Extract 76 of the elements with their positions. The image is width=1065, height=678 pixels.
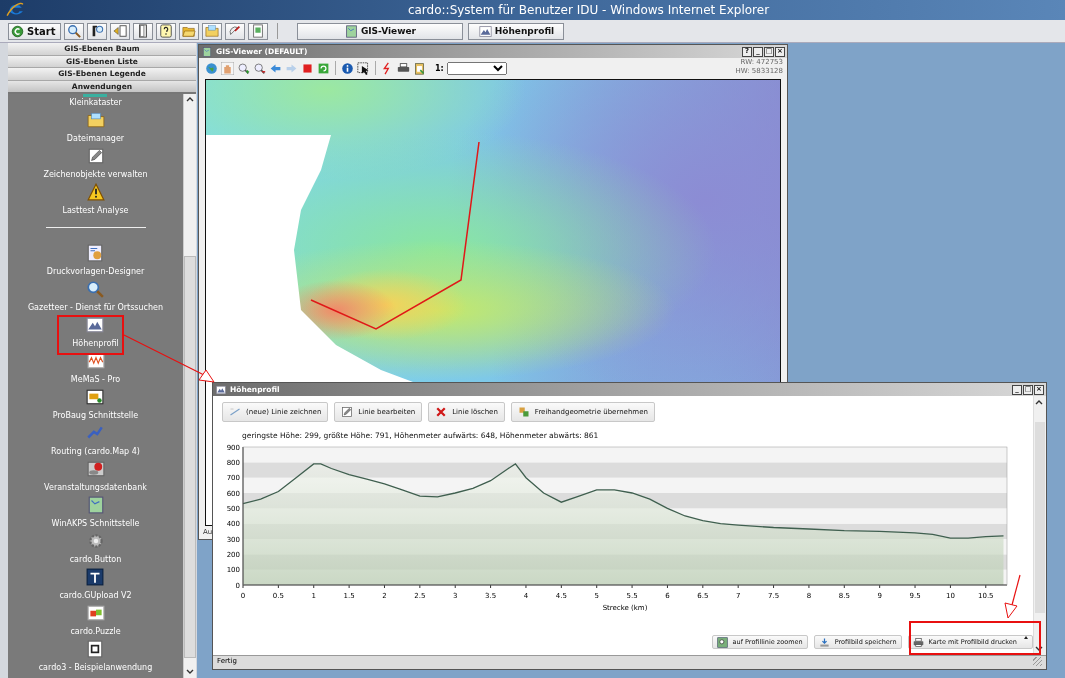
app-launcher[interactable]: ProBaug Schnittstelle [52, 411, 139, 421]
info-magnifier-icon [90, 24, 105, 38]
download-icon [818, 636, 830, 648]
browser-logo-icon [6, 1, 24, 19]
magnifier-icon [67, 24, 82, 38]
map-icon [86, 496, 105, 514]
app-launcher[interactable]: Dateimanager [66, 134, 125, 144]
app-launcher[interactable]: Zeichenobjekte verwalten [43, 170, 148, 180]
app-launcher[interactable]: cardo.GUpload V2 [59, 591, 132, 601]
select-icon[interactable] [357, 61, 370, 75]
folder-icon [205, 24, 220, 38]
magnifier-icon [86, 280, 105, 298]
info-icon[interactable] [341, 61, 354, 75]
app-launcher[interactable]: Höhenprofil [72, 339, 119, 349]
stop-icon[interactable] [301, 61, 314, 75]
app-launcher[interactable]: MeMaS - Pro [70, 375, 121, 385]
start-button[interactable]: Start [8, 22, 62, 40]
scrollbar[interactable] [1033, 396, 1046, 655]
zoom-in-icon[interactable] [237, 61, 250, 75]
map-page-icon [251, 24, 266, 38]
pencil-icon [86, 147, 105, 165]
chevron-up-icon[interactable] [186, 96, 194, 102]
shapes-icon [517, 406, 530, 418]
satellite-dish-icon [228, 24, 243, 38]
folder-icon [86, 111, 105, 129]
back-arrow-icon[interactable] [269, 61, 282, 75]
window-title: cardo::System für Benutzer IDU - Windows Internet Explorer [406, 3, 771, 17]
scale-label: 1: [435, 63, 444, 73]
printer-icon [912, 636, 924, 648]
chevron-down-icon[interactable] [186, 669, 194, 675]
mountain-chart-icon [216, 384, 226, 395]
app-launcher[interactable]: cardo.Puzzle [70, 627, 121, 637]
gear-icon [86, 532, 105, 550]
mountain-chart-icon [478, 24, 492, 38]
highlight-frame [57, 315, 124, 355]
arrow-panel-icon [113, 24, 128, 38]
printer-icon[interactable] [397, 61, 410, 75]
app-launcher[interactable]: Routing (cardo.Map 4) [51, 447, 140, 457]
map-icon [344, 24, 358, 38]
delete-icon [435, 406, 448, 418]
refresh-icon[interactable] [317, 61, 330, 75]
square-icon [86, 640, 105, 658]
resize-grip[interactable] [1033, 657, 1042, 666]
app-launcher[interactable]: Druckvorlagen-Designer [46, 267, 145, 277]
toolbar-button[interactable] [133, 22, 154, 40]
task-button[interactable]: Höhenprofil [468, 22, 565, 40]
app-launcher[interactable]: WinAKPS Schnittstelle [51, 519, 140, 529]
clipboard-icon[interactable] [413, 61, 426, 75]
task-button[interactable]: GIS-Viewer [297, 22, 464, 40]
pencil-icon [341, 406, 354, 418]
blocks-icon [86, 604, 105, 622]
app-launcher[interactable]: Lasttest Analyse [62, 206, 129, 216]
zoom-map-icon [716, 636, 728, 648]
machine-icon [86, 388, 105, 406]
line-icon [229, 406, 241, 418]
annotation-arrow [1004, 574, 1021, 619]
upload-icon [86, 568, 105, 586]
map-icon [202, 46, 212, 57]
app-launcher[interactable]: Kleinkataster [69, 98, 122, 108]
scrollbar[interactable] [183, 94, 196, 678]
open-folder-icon [182, 24, 197, 38]
app-launcher[interactable]: cardo3 - Beispielanwendung [38, 663, 153, 673]
globe-icon[interactable] [205, 61, 218, 75]
mountain-chart-icon [86, 316, 105, 334]
app-launcher[interactable]: Veranstaltungsdatenbank [44, 483, 147, 493]
document-palette-icon [86, 244, 105, 262]
scale-dropdown[interactable] [446, 61, 507, 75]
app-icon [83, 94, 108, 97]
toolbar-button[interactable] [87, 22, 108, 40]
start-icon [11, 24, 24, 38]
warning-icon [86, 183, 105, 201]
app-launcher[interactable]: cardo.Button [69, 555, 122, 565]
zoom-out-icon[interactable] [253, 61, 266, 75]
app-launcher[interactable]: Gazetteer - Dienst für Ortssuchen [27, 303, 164, 313]
help-icon [159, 24, 174, 38]
database-icon [86, 460, 105, 478]
